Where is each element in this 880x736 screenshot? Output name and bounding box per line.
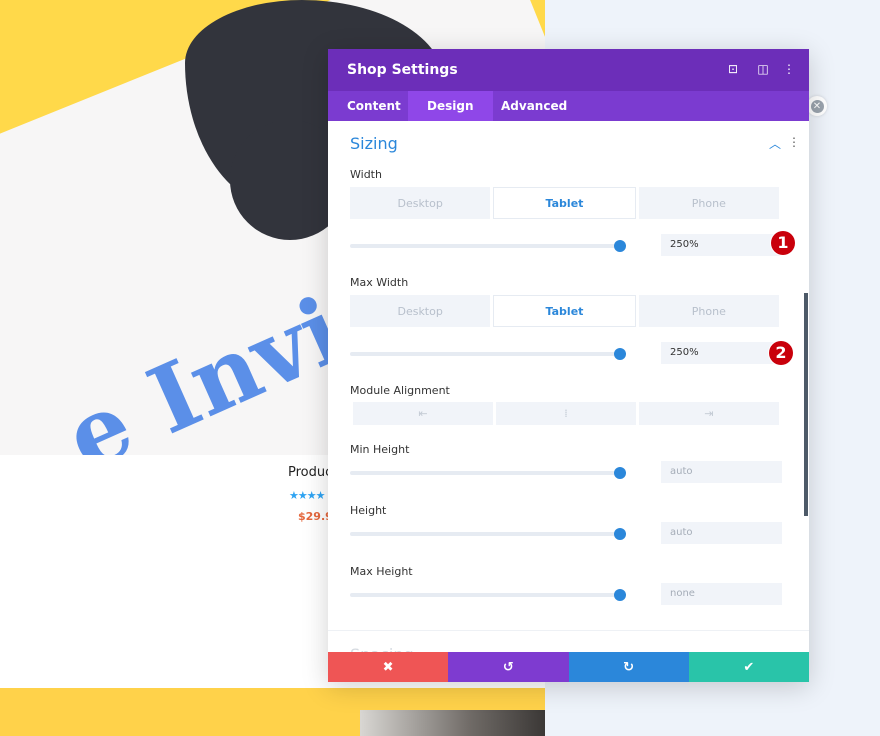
max-width-device-tabs: Desktop Tablet Phone: [350, 295, 782, 327]
width-slider-handle[interactable]: [614, 240, 626, 252]
width-slider[interactable]: [350, 244, 620, 248]
redo-icon: ↻: [623, 659, 635, 675]
device-tab-tablet[interactable]: Tablet: [493, 295, 636, 327]
redo-button[interactable]: ↻: [568, 652, 689, 682]
product-photo: [360, 710, 545, 736]
modal-footer: ✖ ↺ ↻ ✔: [328, 652, 809, 682]
annotation-badge: 2: [769, 341, 793, 365]
max-width-label: Max Width: [350, 276, 409, 289]
tab-advanced[interactable]: Advanced: [482, 91, 586, 121]
min-height-input[interactable]: auto: [661, 461, 782, 483]
shop-settings-modal: Shop Settings ⊡ ◫ ⋮ Content Design Advan…: [328, 49, 809, 682]
tab-content[interactable]: Content: [328, 91, 420, 121]
height-input[interactable]: auto: [661, 522, 782, 544]
max-width-input[interactable]: 250%: [661, 342, 782, 364]
align-right-icon[interactable]: ⇥: [639, 402, 779, 425]
min-height-label: Min Height: [350, 443, 410, 456]
split-view-icon[interactable]: ◫: [756, 62, 770, 76]
device-tab-desktop[interactable]: Desktop: [350, 187, 491, 219]
undo-icon: ↺: [502, 659, 514, 675]
max-height-label: Max Height: [350, 565, 413, 578]
max-width-slider[interactable]: [350, 352, 620, 356]
cancel-button[interactable]: ✖: [328, 652, 449, 682]
align-center-icon[interactable]: ⁞: [496, 402, 636, 425]
more-icon[interactable]: ⋮: [788, 135, 800, 149]
modal-header: Shop Settings ⊡ ◫ ⋮: [328, 49, 809, 91]
max-height-slider[interactable]: [350, 593, 620, 597]
close-icon: ✖: [382, 659, 394, 675]
min-height-slider-handle[interactable]: [614, 467, 626, 479]
max-width-slider-handle[interactable]: [614, 348, 626, 360]
max-height-input[interactable]: none: [661, 583, 782, 605]
annotation-badge: 1: [771, 231, 795, 255]
device-tab-desktop[interactable]: Desktop: [350, 295, 491, 327]
more-icon[interactable]: ⋮: [782, 62, 796, 76]
max-height-slider-handle[interactable]: [614, 589, 626, 601]
module-alignment-label: Module Alignment: [350, 384, 450, 397]
product-rating: ★★★★: [289, 489, 325, 502]
modal-title: Shop Settings: [347, 62, 458, 78]
close-preview-button[interactable]: ✕: [807, 96, 827, 116]
height-slider-handle[interactable]: [614, 528, 626, 540]
focus-icon[interactable]: ⊡: [726, 62, 740, 76]
check-icon: ✔: [743, 659, 755, 675]
chevron-up-icon[interactable]: ︿: [769, 135, 781, 152]
tab-design[interactable]: Design: [408, 91, 493, 121]
scrollbar[interactable]: [804, 293, 808, 516]
device-tab-tablet[interactable]: Tablet: [493, 187, 636, 219]
module-alignment-options: ⇤ ⁞ ⇥: [353, 402, 782, 425]
save-button[interactable]: ✔: [688, 652, 809, 682]
width-label: Width: [350, 168, 382, 181]
width-input[interactable]: 250%: [661, 234, 782, 256]
modal-tabs: Content Design Advanced: [328, 91, 809, 121]
align-left-icon[interactable]: ⇤: [353, 402, 493, 425]
width-device-tabs: Desktop Tablet Phone: [350, 187, 782, 219]
device-tab-phone[interactable]: Phone: [638, 187, 779, 219]
undo-button[interactable]: ↺: [448, 652, 569, 682]
height-slider[interactable]: [350, 532, 620, 536]
height-label: Height: [350, 504, 387, 517]
section-title[interactable]: Sizing: [350, 134, 398, 153]
device-tab-phone[interactable]: Phone: [638, 295, 779, 327]
close-icon: ✕: [810, 99, 824, 113]
min-height-slider[interactable]: [350, 471, 620, 475]
divider: [328, 630, 809, 631]
